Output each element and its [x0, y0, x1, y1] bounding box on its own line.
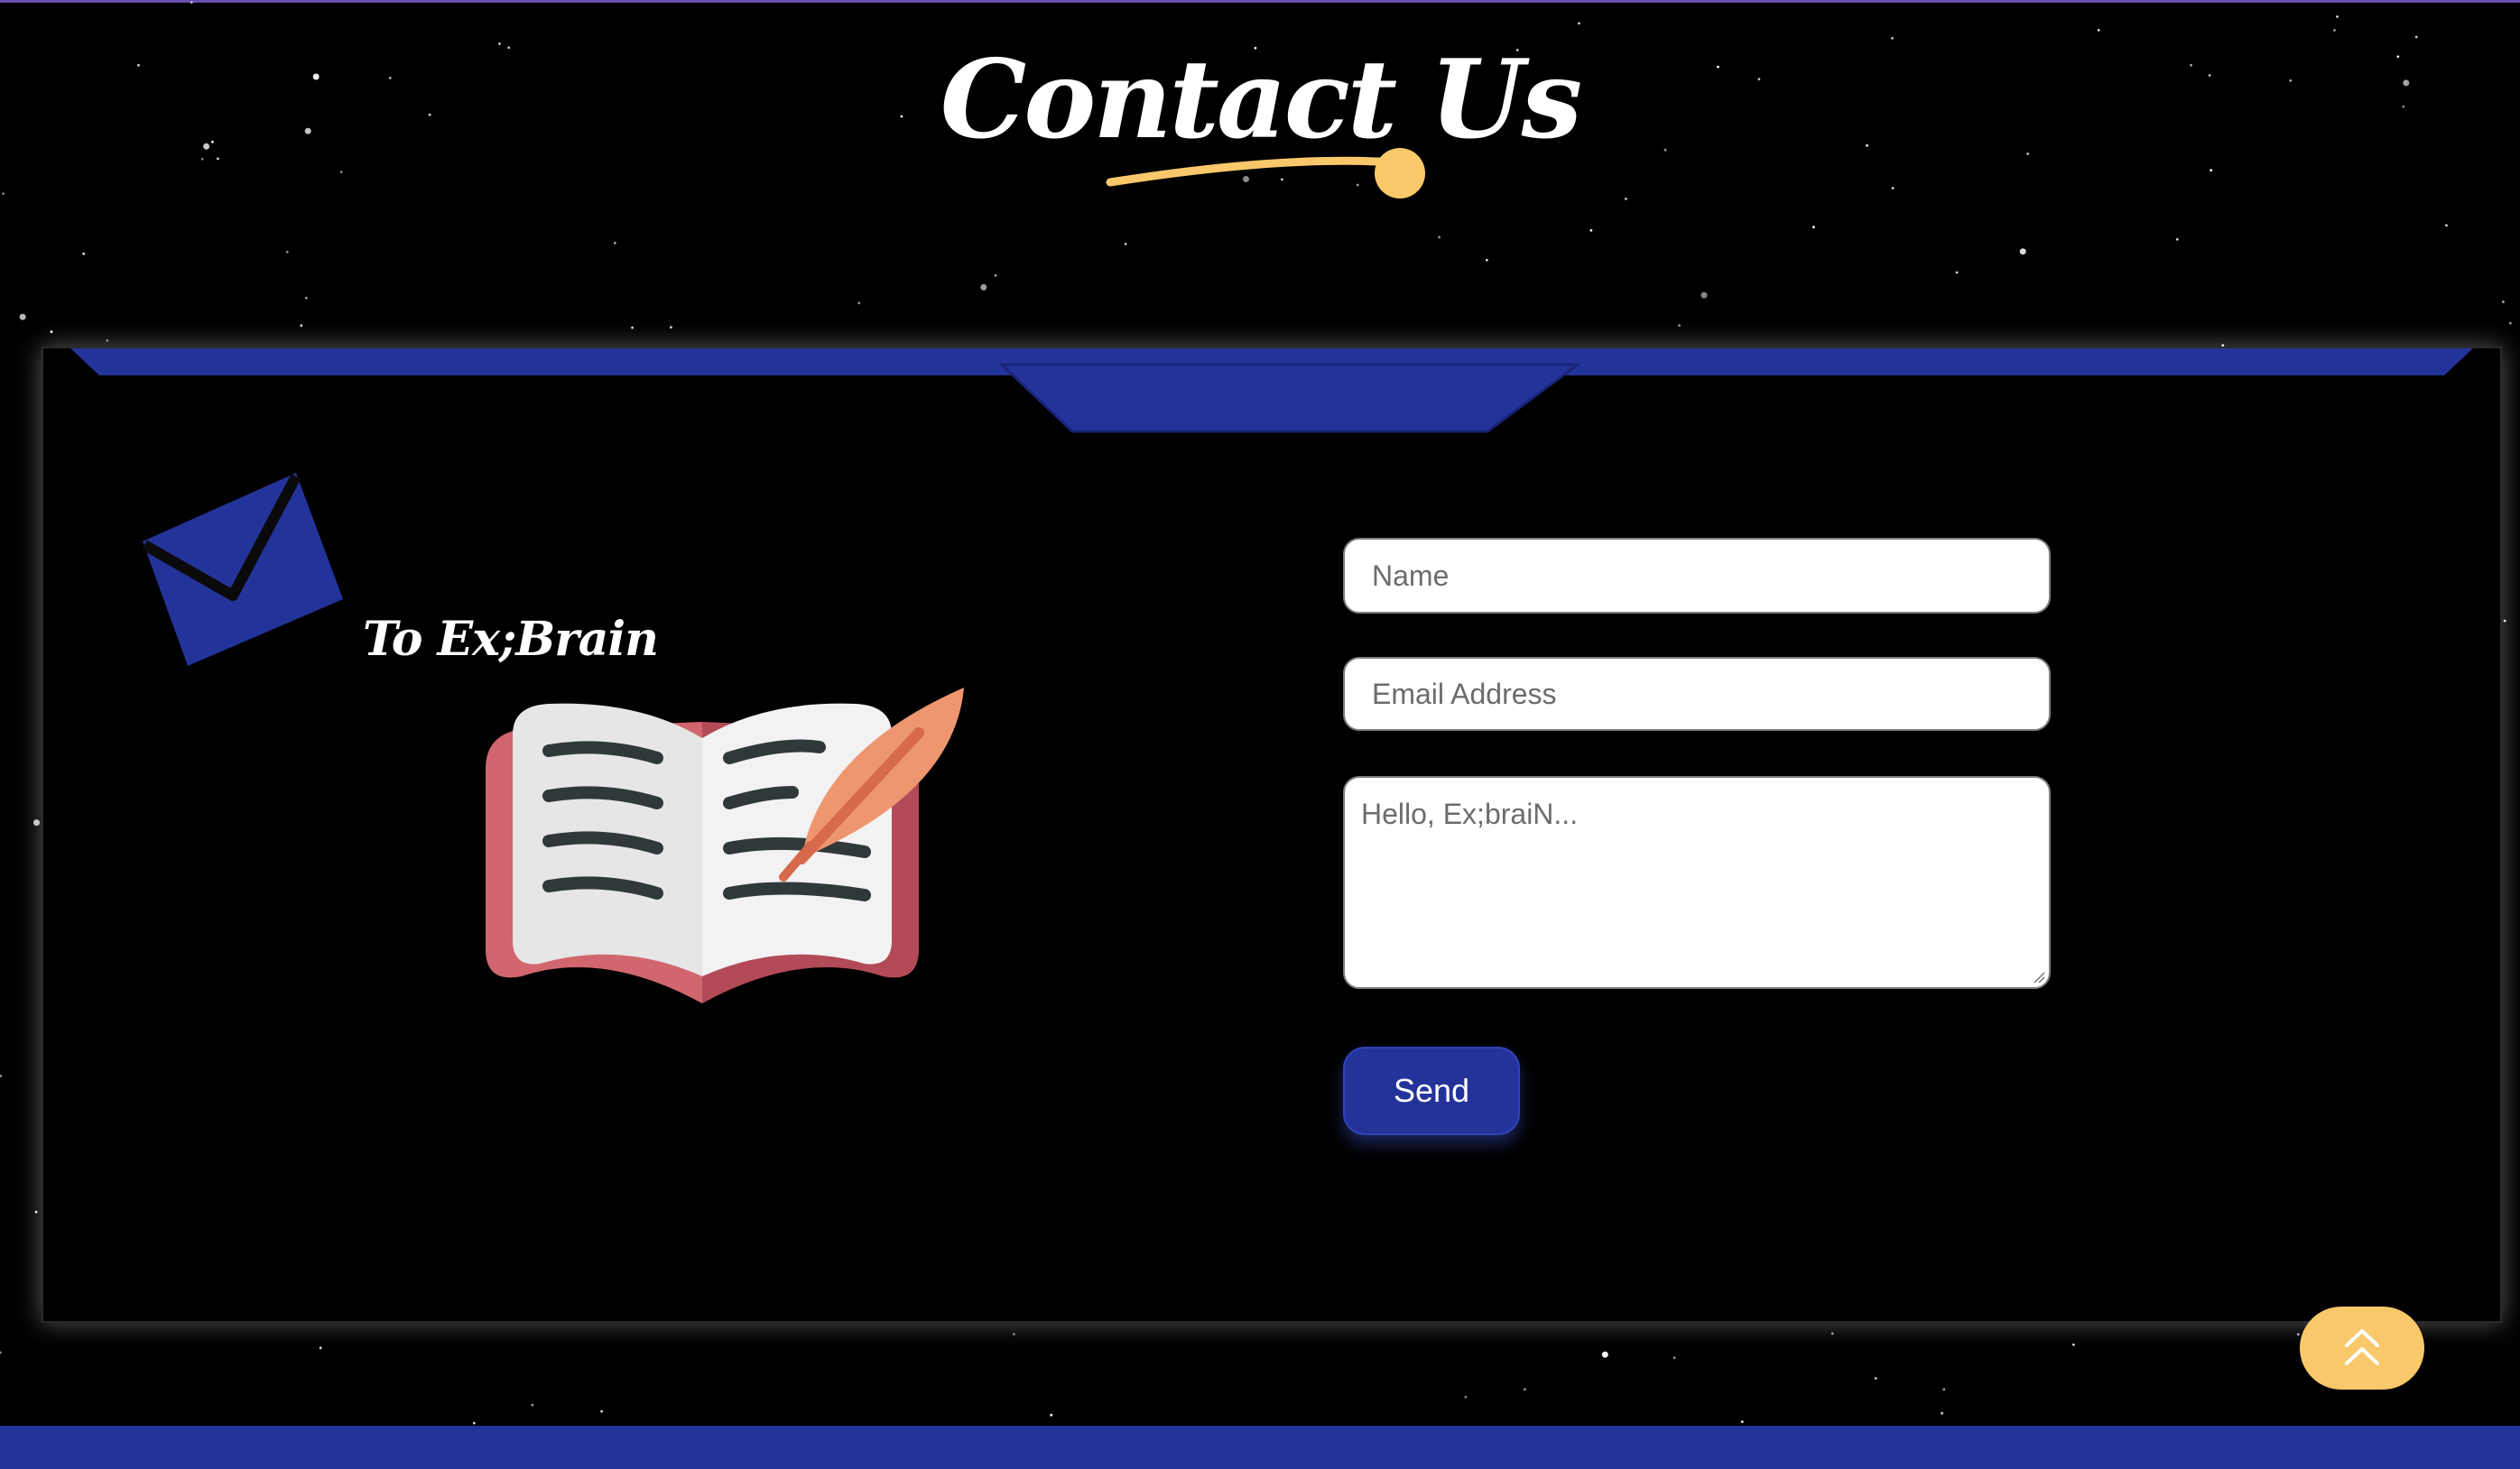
star	[2296, 1333, 2300, 1336]
star	[19, 313, 26, 320]
star	[1740, 1420, 1744, 1423]
star	[319, 1346, 322, 1350]
star	[190, 1, 193, 5]
panel-top-bar	[70, 348, 2473, 433]
star	[980, 283, 987, 291]
star	[0, 1351, 2, 1354]
star	[2, 192, 5, 196]
send-button[interactable]: Send	[1343, 1047, 1520, 1135]
name-input[interactable]: Name	[1343, 538, 2051, 614]
star	[304, 296, 308, 300]
star	[82, 252, 86, 255]
star	[1438, 236, 1441, 239]
star	[1464, 1395, 1468, 1399]
star	[1601, 1351, 1608, 1358]
star	[1589, 228, 1593, 232]
star	[2097, 29, 2100, 32]
star	[2210, 169, 2213, 172]
title-underline-swoosh	[1106, 148, 1425, 199]
star	[1812, 226, 1815, 229]
star	[1578, 22, 1580, 25]
star	[1050, 1413, 1053, 1417]
star	[631, 326, 634, 329]
star	[1012, 1333, 1015, 1335]
star	[613, 242, 616, 245]
star	[1124, 243, 1127, 245]
star	[2336, 15, 2339, 18]
star	[472, 1421, 476, 1425]
star	[1891, 187, 1895, 189]
star	[1941, 1411, 1944, 1415]
star	[857, 301, 861, 305]
star	[300, 324, 303, 328]
star	[1942, 1388, 1946, 1391]
star	[531, 1403, 534, 1407]
star	[2175, 237, 2179, 241]
star	[1625, 198, 1627, 200]
star	[2502, 300, 2505, 303]
star	[2509, 321, 2512, 325]
star	[106, 339, 109, 342]
star	[2019, 248, 2026, 255]
star	[2333, 29, 2336, 32]
star	[1955, 271, 1959, 274]
star	[50, 330, 53, 334]
message-placeholder: Hello, Ex;braiN...	[1361, 798, 1579, 830]
star	[1523, 1388, 1526, 1391]
back-to-top-button[interactable]	[2300, 1307, 2424, 1390]
message-textarea[interactable]: Hello, Ex;braiN...	[1343, 776, 2051, 989]
email-input[interactable]: Email Address	[1343, 657, 2051, 731]
star	[1874, 1377, 1877, 1380]
email-placeholder: Email Address	[1372, 677, 1557, 710]
star	[670, 326, 672, 329]
resize-grip-icon[interactable]	[2031, 969, 2045, 984]
book-with-quill-icon	[486, 688, 964, 1003]
star	[1672, 1356, 1676, 1360]
contact-panel: To Ex;Brain Name Email Address Hello, Ex…	[42, 346, 2502, 1323]
star	[1485, 258, 1488, 262]
star	[2503, 619, 2506, 623]
footer-bar	[0, 1426, 2520, 1469]
double-chevron-up-icon	[2345, 1329, 2379, 1365]
star	[0, 1075, 3, 1077]
star	[285, 250, 289, 254]
star	[1700, 291, 1708, 299]
star	[34, 1210, 38, 1214]
star	[339, 171, 343, 174]
star	[1830, 1332, 1834, 1335]
star	[600, 1409, 603, 1413]
star	[33, 819, 40, 827]
star	[2445, 224, 2448, 227]
star	[2072, 1343, 2075, 1346]
name-placeholder: Name	[1372, 559, 1450, 592]
star	[1678, 324, 1681, 327]
star	[994, 273, 997, 277]
envelope-icon	[143, 473, 343, 666]
